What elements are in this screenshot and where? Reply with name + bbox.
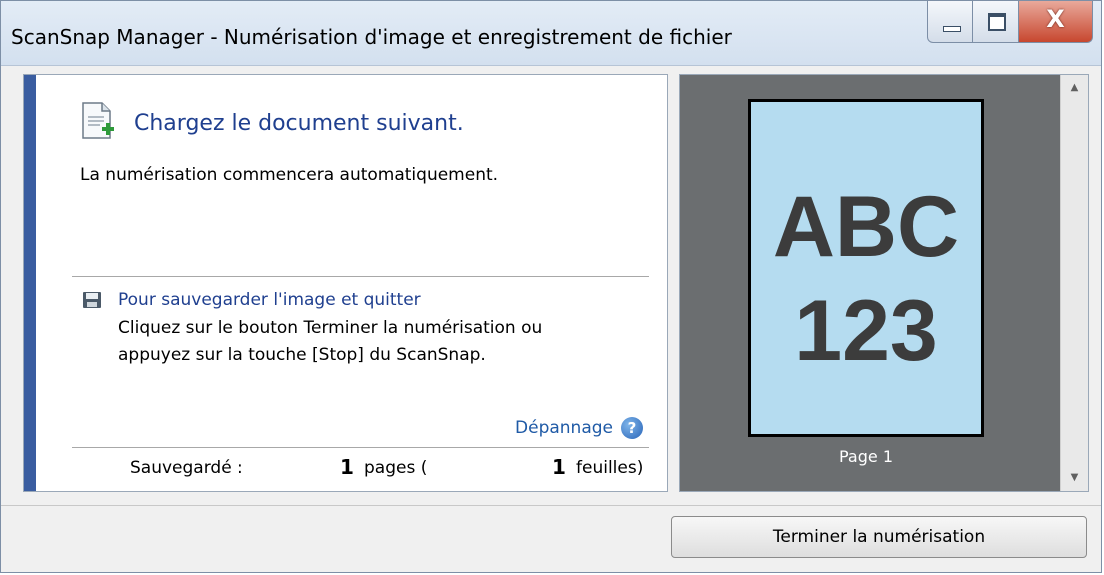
page-thumbnail[interactable]: ABC 123 bbox=[748, 99, 984, 437]
close-button[interactable]: X bbox=[1019, 1, 1093, 43]
thumbnail-text-line1: ABC bbox=[772, 179, 960, 275]
finish-scan-button[interactable]: Terminer la numérisation bbox=[671, 516, 1087, 558]
vertical-scrollbar[interactable]: ▲ ▼ bbox=[1060, 75, 1088, 491]
page-label: Page 1 bbox=[839, 447, 893, 466]
accent-bar bbox=[24, 75, 36, 491]
troubleshooting-label: Dépannage bbox=[515, 418, 613, 438]
window-controls: X bbox=[927, 1, 1093, 43]
minimize-button[interactable] bbox=[927, 1, 973, 43]
divider bbox=[72, 447, 649, 448]
sheets-label: feuilles) bbox=[576, 458, 644, 478]
pages-label: pages ( bbox=[364, 458, 428, 478]
instruction-panel: Chargez le document suivant. La numérisa… bbox=[23, 74, 668, 492]
app-window: ScanSnap Manager - Numérisation d'image … bbox=[0, 0, 1102, 573]
thumbnail-text-line2: 123 bbox=[794, 283, 938, 379]
scroll-up-icon[interactable]: ▲ bbox=[1061, 77, 1088, 99]
preview-panel[interactable]: ABC 123 Page 1 ▲ ▼ bbox=[679, 74, 1089, 492]
window-title: ScanSnap Manager - Numérisation d'image … bbox=[11, 25, 732, 49]
page-heading: Chargez le document suivant. bbox=[134, 111, 464, 136]
maximize-button[interactable] bbox=[973, 1, 1019, 43]
floppy-disk-icon bbox=[83, 292, 101, 308]
instruction-text-line1: Cliquez sur le bouton Terminer la numéri… bbox=[118, 318, 543, 338]
divider bbox=[72, 276, 649, 277]
pages-count: 1 bbox=[340, 455, 354, 479]
dialog-content: Chargez le document suivant. La numérisa… bbox=[23, 74, 1089, 492]
close-icon: X bbox=[1046, 5, 1065, 33]
footer-divider bbox=[1, 505, 1101, 506]
troubleshooting-link[interactable]: Dépannage ? bbox=[515, 417, 643, 439]
sheets-count: 1 bbox=[552, 455, 566, 479]
maximize-icon bbox=[988, 13, 1006, 31]
document-add-icon bbox=[82, 102, 114, 139]
instruction-text-line2: appuyez sur la touche [Stop] du ScanSnap… bbox=[118, 345, 486, 365]
scroll-down-icon[interactable]: ▼ bbox=[1061, 467, 1088, 489]
title-bar: ScanSnap Manager - Numérisation d'image … bbox=[1, 1, 1101, 66]
help-icon: ? bbox=[621, 417, 643, 439]
status-message: La numérisation commencera automatiqueme… bbox=[80, 165, 499, 185]
saved-label: Sauvegardé : bbox=[130, 458, 243, 478]
minimize-icon bbox=[943, 26, 961, 32]
save-and-quit-link[interactable]: Pour sauvegarder l'image et quitter bbox=[118, 290, 421, 310]
